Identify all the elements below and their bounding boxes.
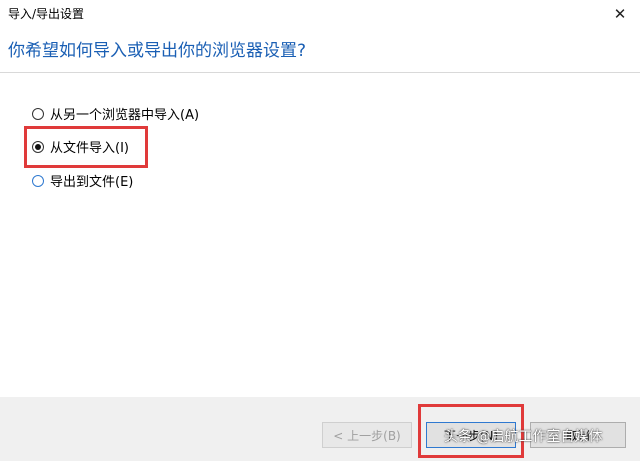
option-label: 从另一个浏览器中导入(A) (50, 108, 200, 123)
title-bar: 导入/导出设置 ✕ (0, 0, 640, 28)
option-label: 导出到文件(E) (50, 175, 134, 190)
radio-import-from-browser[interactable] (32, 107, 44, 120)
close-button[interactable]: ✕ (600, 0, 640, 28)
back-button[interactable]: < 上一步(B) (322, 422, 412, 448)
close-icon: ✕ (613, 5, 627, 23)
window-title: 导入/导出设置 (8, 7, 85, 21)
option-import-from-browser[interactable]: 从另一个浏览器中导入(A) (32, 104, 199, 123)
radio-export-to-file[interactable] (32, 174, 44, 187)
header-divider (0, 72, 640, 73)
watermark: 头条 @启航工作室自媒体 (444, 429, 603, 445)
page-heading: 你希望如何导入或导出你的浏览器设置? (8, 41, 307, 61)
option-export-to-file[interactable]: 导出到文件(E) (32, 171, 133, 190)
highlight-box-option (24, 126, 148, 168)
back-button-label: < 上一步(B) (333, 428, 401, 443)
